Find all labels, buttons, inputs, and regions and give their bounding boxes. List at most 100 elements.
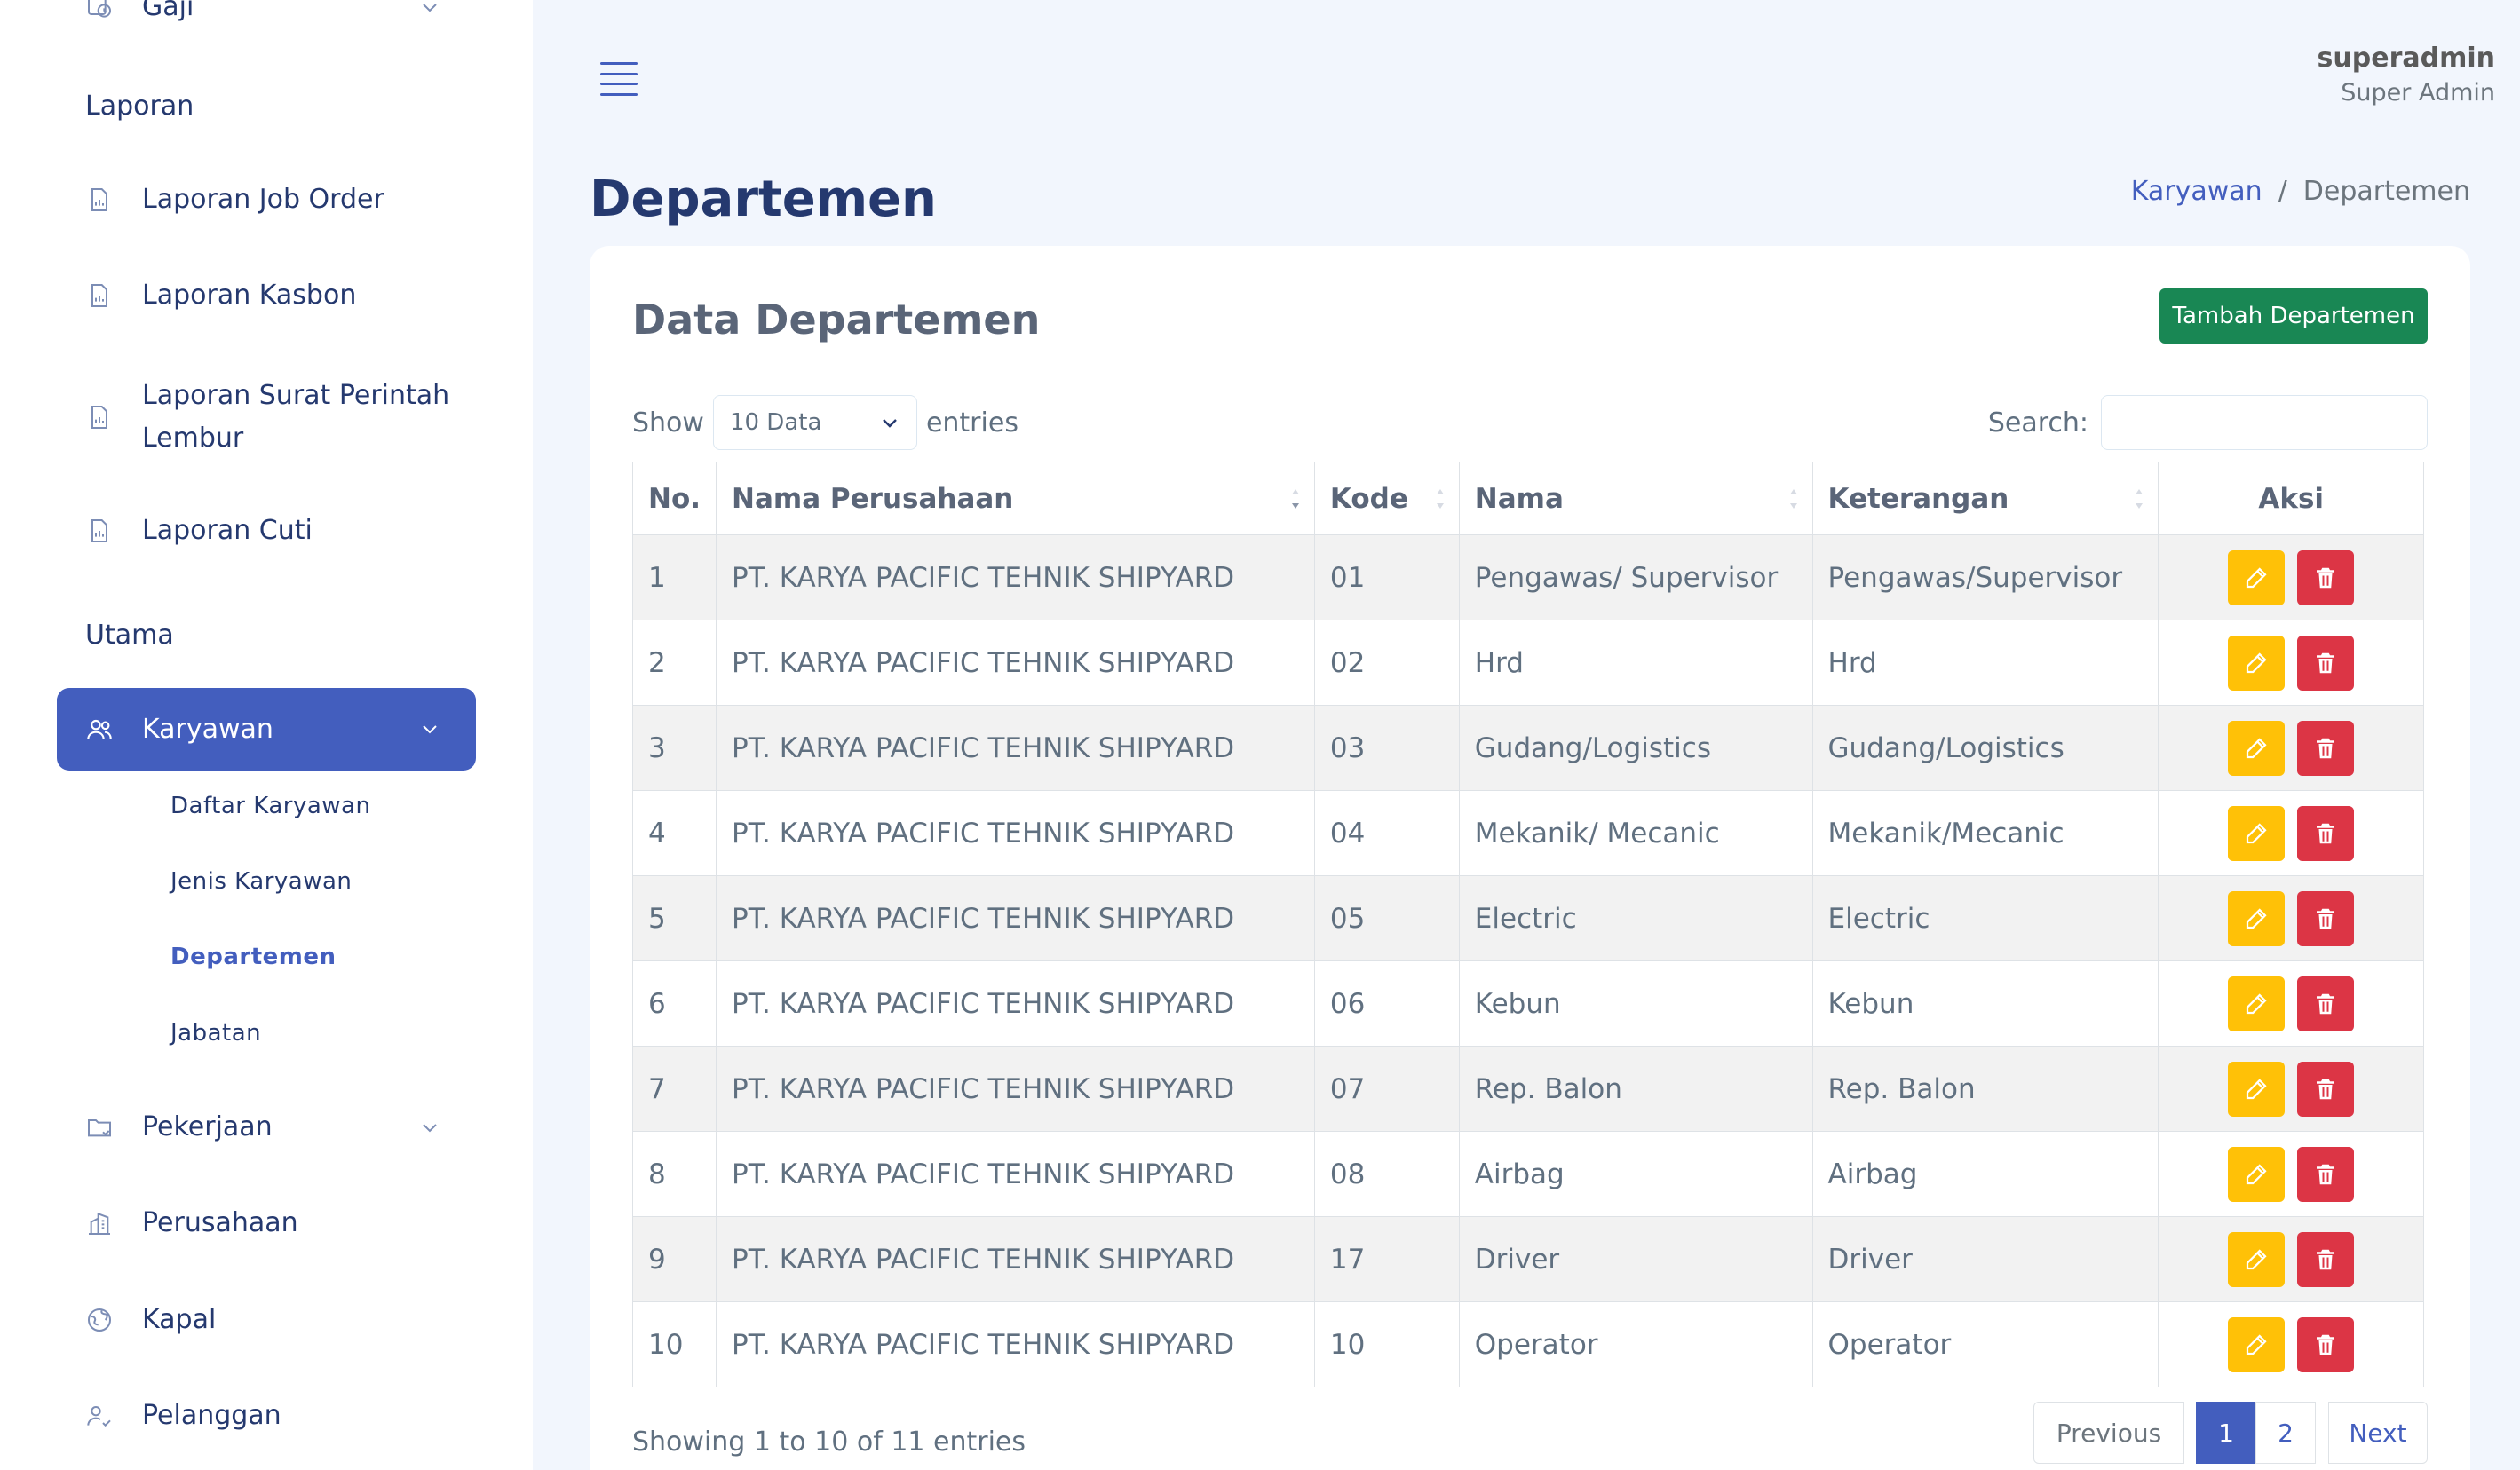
delete-button[interactable] [2297,1231,2355,1287]
column-header-label: Nama Perusahaan [732,482,1014,515]
edit-button[interactable] [2228,1231,2286,1287]
submenu-jabatan[interactable]: Jabatan [170,1020,261,1047]
sort-desc-icon [1291,488,1299,509]
cell-aksi [2158,875,2424,961]
cell-keterangan: Pengawas/Supervisor [1811,534,2159,620]
submenu-jenis-karyawan[interactable]: Jenis Karyawan [170,868,352,895]
edit-button[interactable] [2228,720,2286,776]
user-check-icon [85,1402,114,1430]
cell-kode: 17 [1313,1216,1460,1302]
delete-button[interactable] [2297,890,2355,946]
table-row: 3 PT. KARYA PACIFIC TEHNIK SHIPYARD 03 Guda… [631,705,2424,791]
cell-nama: Pengawas/ Supervisor [1458,534,1813,620]
cell-no: 3 [631,705,717,791]
sort-icon [2136,488,2144,509]
trash-icon [2312,905,2339,932]
delete-button[interactable] [2297,976,2355,1031]
cell-aksi [2158,790,2424,876]
edit-button[interactable] [2228,1146,2286,1202]
delete-button[interactable] [2297,1146,2355,1202]
pagination-page-1[interactable]: 1 [2196,1402,2256,1464]
edit-button[interactable] [2228,549,2286,605]
cell-aksi [2158,1216,2424,1302]
chevron-down-icon [883,419,897,428]
cell-nama-perusahaan: PT. KARYA PACIFIC TEHNIK SHIPYARD [716,1301,1315,1387]
edit-button[interactable] [2228,635,2286,691]
table-row: 7 PT. KARYA PACIFIC TEHNIK SHIPYARD 07 Rep.… [631,1046,2424,1132]
edit-button[interactable] [2228,1061,2286,1117]
edit-button[interactable] [2228,805,2286,861]
table-row: 4 PT. KARYA PACIFIC TEHNIK SHIPYARD 04 Meka… [631,790,2424,876]
cell-aksi [2158,1131,2424,1217]
sidebar-item-laporan-job-order[interactable]: Laporan Job Order [85,184,384,215]
sidebar-item-laporan-cuti[interactable]: Laporan Cuti [85,515,313,546]
table-row: 5 PT. KARYA PACIFIC TEHNIK SHIPYARD 05 Elec… [631,875,2424,961]
departemen-table: No. Nama Perusahaan Kode Nama Keterangan [631,462,2424,1387]
cell-nama: Mekanik/ Mecanic [1458,790,1813,876]
sidebar-item-pelanggan[interactable]: Pelanggan [85,1400,281,1431]
sidebar-item-perusahaan[interactable]: Perusahaan [85,1207,298,1238]
delete-button[interactable] [2297,805,2355,861]
sidebar-item-laporan-kasbon[interactable]: Laporan Kasbon [85,280,356,311]
cell-nama: Kebun [1458,960,1813,1047]
search-input[interactable] [2101,395,2428,450]
sidebar-item-karyawan[interactable]: Karyawan [57,688,476,771]
column-header-nama-perusahaan[interactable]: Nama Perusahaan [716,462,1315,535]
entries-select[interactable]: 10 Data [712,395,917,450]
add-department-button[interactable]: Tambah Departemen [2159,288,2428,344]
cell-kode: 10 [1313,1301,1460,1387]
search-control: Search: [1988,395,2428,450]
report-icon [85,517,114,545]
trash-icon [2312,565,2339,591]
cell-keterangan: Electric [1811,875,2159,961]
column-header-no[interactable]: No. [631,462,717,535]
username: superadmin [2317,43,2495,74]
sort-icon [1789,488,1797,509]
pagination-next[interactable]: Next [2328,1402,2428,1464]
delete-button[interactable] [2297,1061,2355,1117]
cell-no: 10 [631,1301,717,1387]
cell-nama-perusahaan: PT. KARYA PACIFIC TEHNIK SHIPYARD [716,705,1315,791]
sidebar-item-label: Perusahaan [142,1207,298,1238]
chevron-down-icon [423,1123,437,1132]
pagination-previous[interactable]: Previous [2033,1402,2184,1464]
cell-no: 2 [631,620,717,706]
sidebar-item-gaji[interactable]: Gaji [85,0,437,22]
cell-aksi [2158,705,2424,791]
column-header-nama[interactable]: Nama [1458,462,1813,535]
trash-icon [2312,1161,2339,1188]
entries-length-control: Show 10 Data entries [632,395,1018,450]
submenu-departemen[interactable]: Departemen [170,944,337,970]
edit-button[interactable] [2228,1316,2286,1372]
sidebar-item-pekerjaan[interactable]: Pekerjaan [85,1111,437,1142]
cell-nama: Gudang/Logistics [1458,705,1813,791]
sidebar-item-kapal[interactable]: Kapal [85,1304,216,1335]
sidebar-item-laporan-surat-perintah-lembur[interactable]: Laporan Surat Perintah Lembur [85,375,449,460]
delete-button[interactable] [2297,720,2355,776]
cell-aksi [2158,960,2424,1047]
edit-button[interactable] [2228,890,2286,946]
report-icon [85,281,114,310]
user-menu[interactable]: superadmin Super Admin [2318,43,2495,107]
pagination-page-2[interactable]: 2 [2255,1402,2316,1464]
salary-icon [85,0,114,21]
delete-button[interactable] [2297,1316,2355,1372]
cell-nama: Electric [1458,875,1813,961]
trash-icon [2312,735,2339,762]
sidebar-item-label: Laporan Job Order [142,184,384,215]
delete-button[interactable] [2297,549,2355,605]
table-row: 2 PT. KARYA PACIFIC TEHNIK SHIPYARD 02 Hrd H… [631,620,2424,706]
pencil-icon [2243,1076,2270,1102]
sidebar-section-laporan: Laporan [85,91,194,122]
column-header-label: Kode [1329,482,1408,515]
cell-no: 9 [631,1216,717,1302]
delete-button[interactable] [2297,635,2355,691]
cell-nama-perusahaan: PT. KARYA PACIFIC TEHNIK SHIPYARD [716,1046,1315,1132]
breadcrumb-karyawan[interactable]: Karyawan [2131,176,2262,207]
column-header-keterangan[interactable]: Keterangan [1811,462,2159,535]
menu-toggle-icon[interactable] [600,62,638,96]
submenu-daftar-karyawan[interactable]: Daftar Karyawan [170,793,370,819]
column-header-kode[interactable]: Kode [1313,462,1460,535]
building-icon [85,1209,114,1237]
edit-button[interactable] [2228,976,2286,1031]
